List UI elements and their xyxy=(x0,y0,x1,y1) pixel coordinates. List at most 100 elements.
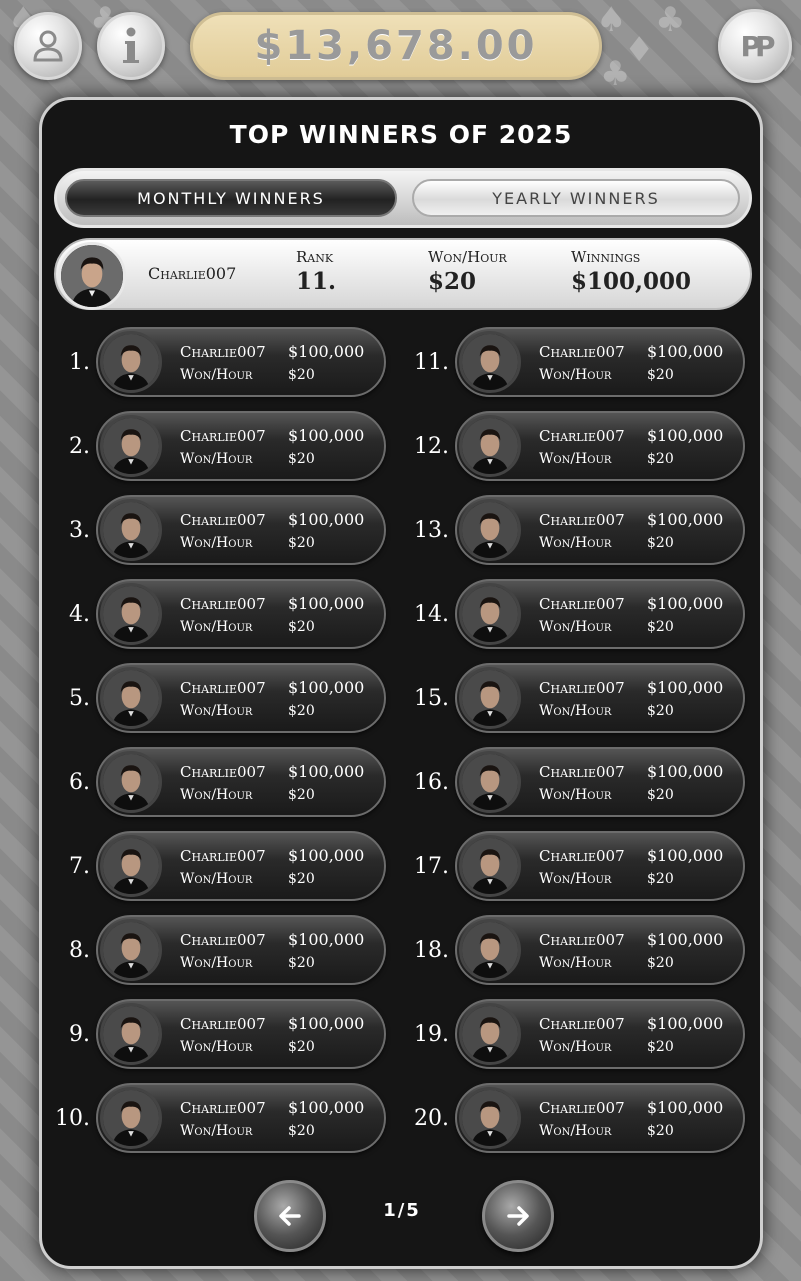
next-page-button[interactable] xyxy=(482,1180,554,1252)
player-name: Charlie007 xyxy=(539,1015,625,1033)
player-name: Charlie007 xyxy=(180,511,266,529)
rank-number: 3. xyxy=(69,518,90,543)
tab-yearly-winners[interactable]: YEARLY WINNERS xyxy=(412,179,740,217)
won-hour-label: Won/Hour xyxy=(180,451,253,467)
won-hour-value: $20 xyxy=(647,1123,674,1139)
avatar xyxy=(100,415,162,477)
player-winnings: $100,000 xyxy=(647,510,724,529)
person-avatar-icon xyxy=(462,1006,518,1062)
winner-row[interactable]: Charlie007 $100,000 Won/Hour $20 xyxy=(455,495,745,565)
won-hour-value: $20 xyxy=(288,787,315,803)
winner-row[interactable]: Charlie007 $100,000 Won/Hour $20 xyxy=(455,1083,745,1153)
rank-number: 12. xyxy=(414,434,449,459)
winner-row[interactable]: Charlie007 $100,000 Won/Hour $20 xyxy=(455,327,745,397)
tab-monthly-winners[interactable]: MONTHLY WINNERS xyxy=(65,179,397,217)
player-name: Charlie007 xyxy=(539,511,625,529)
rank-number: 13. xyxy=(414,518,449,543)
winner-row[interactable]: Charlie007 $100,000 Won/Hour $20 xyxy=(455,663,745,733)
logo-button[interactable]: PP xyxy=(718,9,792,83)
won-hour-value: $20 xyxy=(647,535,674,551)
winner-row[interactable]: Charlie007 $100,000 Won/Hour $20 xyxy=(96,327,386,397)
avatar xyxy=(459,583,521,645)
won-hour-value: $20 xyxy=(288,619,315,635)
won-hour-label: Won/Hour xyxy=(539,619,612,635)
player-winnings: $100,000 xyxy=(647,930,724,949)
person-avatar-icon xyxy=(462,334,518,390)
rank-number: 7. xyxy=(69,854,90,879)
player-winnings: $100,000 xyxy=(288,678,365,697)
rank-number: 10. xyxy=(55,1106,90,1131)
winner-row[interactable]: Charlie007 $100,000 Won/Hour $20 xyxy=(96,411,386,481)
player-winnings: $100,000 xyxy=(647,1014,724,1033)
avatar xyxy=(459,415,521,477)
won-hour-value: $20 xyxy=(647,451,674,467)
won-hour-value: $20 xyxy=(647,787,674,803)
prev-page-button[interactable] xyxy=(254,1180,326,1252)
avatar xyxy=(459,835,521,897)
winner-row[interactable]: Charlie007 $100,000 Won/Hour $20 xyxy=(455,579,745,649)
rank-number: 15. xyxy=(414,686,449,711)
rank-number: 19. xyxy=(414,1022,449,1047)
winner-row[interactable]: Charlie007 $100,000 Won/Hour $20 xyxy=(96,579,386,649)
player-name: Charlie007 xyxy=(539,763,625,781)
spade-icon: ♠ xyxy=(596,0,627,40)
arrow-left-icon xyxy=(279,1206,301,1226)
avatar xyxy=(459,499,521,561)
rank-number: 18. xyxy=(414,938,449,963)
person-avatar-icon xyxy=(103,670,159,726)
player-name: Charlie007 xyxy=(180,1015,266,1033)
winnings-label: Winnings xyxy=(571,248,641,266)
person-avatar-icon xyxy=(103,418,159,474)
player-name: Charlie007 xyxy=(539,847,625,865)
rank-number: 8. xyxy=(69,938,90,963)
winner-row[interactable]: Charlie007 $100,000 Won/Hour $20 xyxy=(96,999,386,1069)
info-button[interactable] xyxy=(97,12,165,80)
rank-value: 11. xyxy=(296,268,337,295)
won-hour-label: Won/Hour xyxy=(539,451,612,467)
winner-row[interactable]: Charlie007 $100,000 Won/Hour $20 xyxy=(96,495,386,565)
won-hour-value: $20 xyxy=(428,268,477,295)
won-hour-value: $20 xyxy=(288,955,315,971)
player-name: Charlie007 xyxy=(180,679,266,697)
winner-row[interactable]: Charlie007 $100,000 Won/Hour $20 xyxy=(455,831,745,901)
won-hour-label: Won/Hour xyxy=(539,1039,612,1055)
player-winnings: $100,000 xyxy=(647,1098,724,1117)
winner-row[interactable]: Charlie007 $100,000 Won/Hour $20 xyxy=(96,915,386,985)
arrow-right-icon xyxy=(507,1206,529,1226)
won-hour-value: $20 xyxy=(647,619,674,635)
winner-row[interactable]: Charlie007 $100,000 Won/Hour $20 xyxy=(96,1083,386,1153)
player-name: Charlie007 xyxy=(539,931,625,949)
winner-row[interactable]: Charlie007 $100,000 Won/Hour $20 xyxy=(455,411,745,481)
won-hour-value: $20 xyxy=(288,871,315,887)
profile-button[interactable] xyxy=(14,12,82,80)
person-avatar-icon xyxy=(103,1090,159,1146)
player-winnings: $100,000 xyxy=(647,678,724,697)
avatar xyxy=(459,919,521,981)
winner-row[interactable]: Charlie007 $100,000 Won/Hour $20 xyxy=(96,747,386,817)
person-avatar-icon xyxy=(462,418,518,474)
rank-number: 6. xyxy=(69,770,90,795)
won-hour-label: Won/Hour xyxy=(428,248,507,266)
winner-row[interactable]: Charlie007 $100,000 Won/Hour $20 xyxy=(455,915,745,985)
person-avatar-icon xyxy=(462,670,518,726)
player-name: Charlie007 xyxy=(539,595,625,613)
winner-row[interactable]: Charlie007 $100,000 Won/Hour $20 xyxy=(455,999,745,1069)
player-name: Charlie007 xyxy=(180,343,266,361)
player-winnings: $100,000 xyxy=(288,930,365,949)
person-avatar-icon xyxy=(103,334,159,390)
won-hour-label: Won/Hour xyxy=(539,955,612,971)
winnings-value: $100,000 xyxy=(571,268,692,295)
person-avatar-icon xyxy=(103,922,159,978)
winner-row[interactable]: Charlie007 $100,000 Won/Hour $20 xyxy=(455,747,745,817)
winner-row[interactable]: Charlie007 $100,000 Won/Hour $20 xyxy=(96,663,386,733)
person-avatar-icon xyxy=(103,502,159,558)
rank-number: 20. xyxy=(414,1106,449,1131)
player-name: Charlie007 xyxy=(180,847,266,865)
winner-row[interactable]: Charlie007 $100,000 Won/Hour $20 xyxy=(96,831,386,901)
won-hour-value: $20 xyxy=(288,367,315,383)
rank-number: 1. xyxy=(69,350,90,375)
won-hour-label: Won/Hour xyxy=(180,955,253,971)
club-icon: ♣ xyxy=(600,54,631,94)
won-hour-value: $20 xyxy=(288,703,315,719)
avatar xyxy=(100,583,162,645)
